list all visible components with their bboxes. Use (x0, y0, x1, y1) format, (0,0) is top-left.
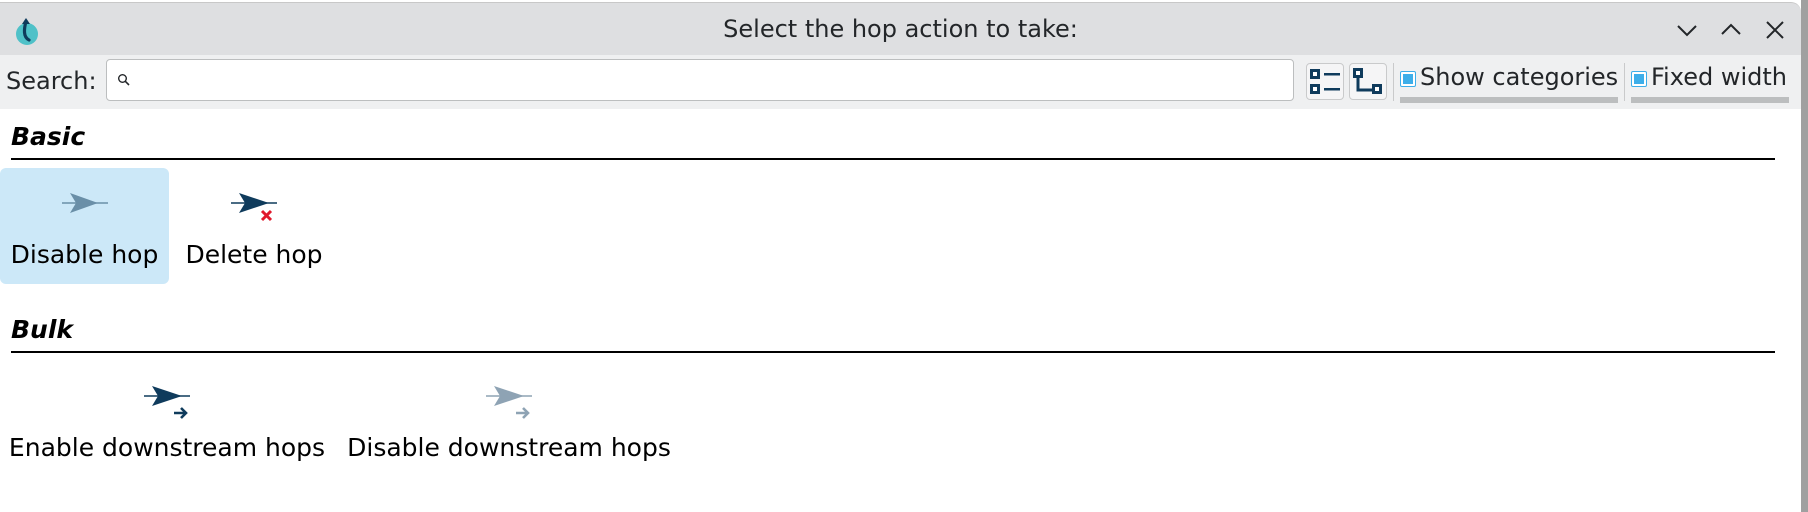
category-divider (11, 351, 1775, 353)
action-disable-hop[interactable]: Disable hop (0, 168, 169, 284)
title-bar[interactable]: Select the hop action to take: (0, 2, 1801, 55)
action-label: Enable downstream hops (8, 433, 326, 462)
window-title: Select the hop action to take: (723, 15, 1078, 43)
enable-downstream-hops-icon (144, 386, 190, 419)
category-bulk: Bulk (11, 315, 74, 344)
toolbar: Search: Show categories Fixed width (0, 55, 1801, 109)
tree-view-icon (1353, 68, 1382, 94)
show-categories-underline (1400, 97, 1618, 103)
action-enable-downstream-hops[interactable]: Enable downstream hops (4, 361, 330, 477)
search-label: Search: (6, 67, 97, 95)
toolbar-separator (1624, 63, 1625, 101)
fixed-width-underline (1631, 97, 1789, 103)
fixed-width-check[interactable] (1631, 71, 1647, 87)
category-divider (11, 158, 1775, 160)
search-icon (118, 74, 130, 86)
disabled-hop-arrow-icon (61, 193, 108, 213)
tree-view-button[interactable] (1349, 63, 1387, 100)
show-categories-checkbox[interactable]: Show categories (1400, 63, 1621, 103)
fixed-width-label: Fixed width (1651, 63, 1787, 91)
action-disable-downstream-hops[interactable]: Disable downstream hops (344, 361, 674, 477)
fixed-width-checkbox[interactable]: Fixed width (1631, 63, 1793, 103)
action-label: Delete hop (185, 240, 323, 269)
action-label: Disable hop (10, 240, 159, 269)
list-view-button[interactable] (1306, 63, 1344, 100)
action-delete-hop[interactable]: Delete hop (172, 168, 336, 284)
list-view-icon (1310, 69, 1340, 94)
hop-action-dialog: Select the hop action to take: Search: S… (0, 0, 1808, 512)
disable-downstream-hops-icon (486, 386, 532, 419)
delete-hop-icon (231, 193, 277, 222)
minimize-button[interactable] (1672, 15, 1702, 45)
show-categories-check[interactable] (1400, 71, 1416, 87)
show-categories-label: Show categories (1420, 63, 1619, 91)
action-label: Disable downstream hops (347, 433, 671, 462)
search-input[interactable] (106, 59, 1294, 101)
toolbar-separator (1393, 63, 1394, 101)
maximize-button[interactable] (1716, 15, 1746, 45)
category-basic: Basic (11, 122, 86, 151)
close-button[interactable] (1760, 15, 1790, 45)
